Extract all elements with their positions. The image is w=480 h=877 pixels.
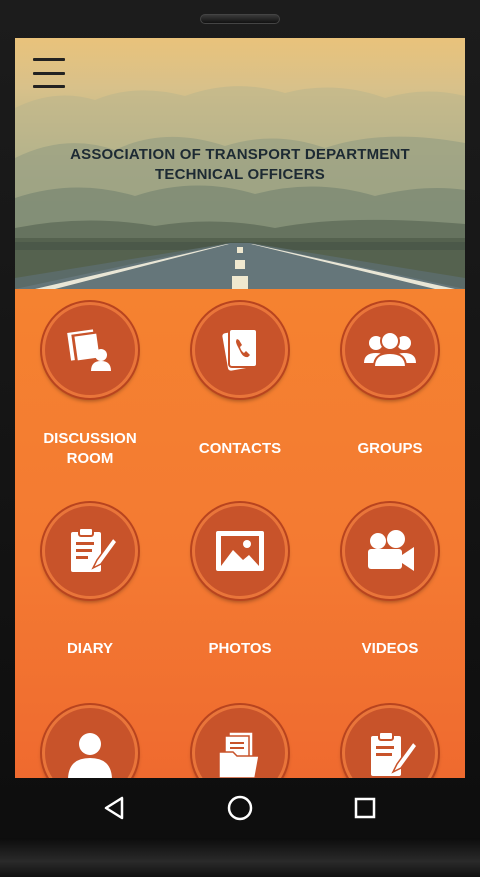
tile-label-discussion-room: DISCUSSION ROOM [43, 430, 137, 467]
documents-icon [192, 705, 288, 778]
tile-notes[interactable] [315, 689, 465, 778]
profile-icon [42, 705, 138, 778]
notes-icon [342, 705, 438, 778]
tile-label-videos: VIDEOS [361, 640, 419, 657]
home-circle-icon [227, 795, 253, 821]
phone-frame: ASSOCIATION OF TRANSPORT DEPARTMENT TECH… [0, 0, 480, 877]
tile-discussion-room[interactable]: DISCUSSION ROOM [15, 289, 165, 489]
phone-chin [0, 838, 480, 877]
discussion-room-icon [42, 302, 138, 398]
menu-grid: DISCUSSION ROOM CONTACTS GROUPS DIARY PH… [15, 289, 465, 778]
home-button[interactable] [225, 793, 255, 823]
recents-button[interactable] [350, 793, 380, 823]
phone-speaker [200, 14, 280, 24]
diary-icon [42, 503, 138, 599]
tile-photos[interactable]: PHOTOS [165, 489, 315, 689]
menu-button[interactable] [33, 58, 65, 88]
hamburger-menu-icon [33, 58, 65, 61]
tile-label-contacts: CONTACTS [198, 440, 282, 457]
app-screen: ASSOCIATION OF TRANSPORT DEPARTMENT TECH… [15, 38, 465, 778]
back-triangle-icon [104, 796, 124, 820]
videos-icon [342, 503, 438, 599]
recents-square-icon [354, 797, 376, 819]
tile-documents[interactable] [165, 689, 315, 778]
header-banner: ASSOCIATION OF TRANSPORT DEPARTMENT TECH… [15, 38, 465, 289]
contacts-icon [192, 302, 288, 398]
tile-groups[interactable]: GROUPS [315, 289, 465, 489]
app-title: ASSOCIATION OF TRANSPORT DEPARTMENT TECH… [70, 146, 410, 183]
tile-label-groups: GROUPS [357, 440, 423, 457]
tile-diary[interactable]: DIARY [15, 489, 165, 689]
tile-label-photos: PHOTOS [208, 640, 272, 657]
system-nav-bar [0, 778, 480, 838]
back-button[interactable] [100, 793, 130, 823]
tile-videos[interactable]: VIDEOS [315, 489, 465, 689]
groups-icon [342, 302, 438, 398]
photos-icon [192, 503, 288, 599]
tile-label-diary: DIARY [66, 640, 114, 657]
tile-profile[interactable] [15, 689, 165, 778]
tile-contacts[interactable]: CONTACTS [165, 289, 315, 489]
